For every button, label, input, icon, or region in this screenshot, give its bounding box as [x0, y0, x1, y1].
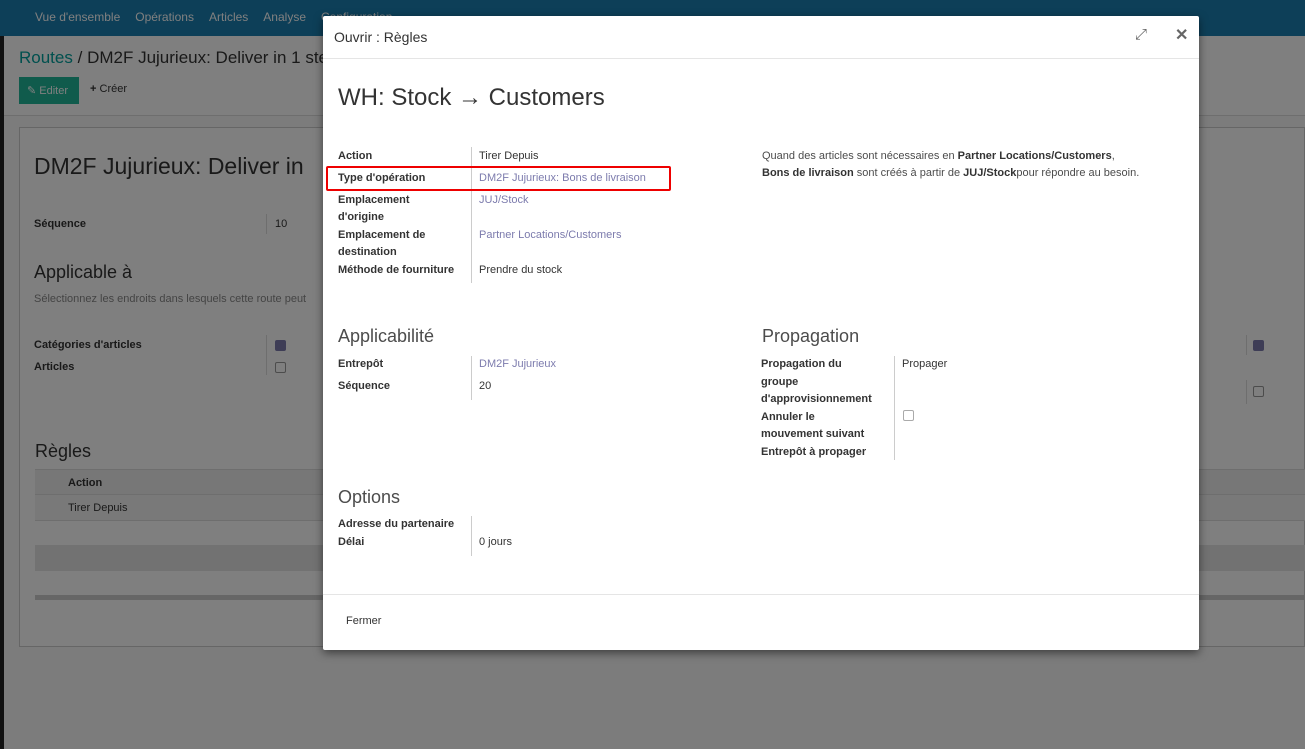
- rule-name: WH: Stock → Customers: [338, 84, 605, 111]
- action-label: Action: [338, 150, 373, 162]
- applicability-title: Applicabilité: [338, 326, 435, 346]
- options-title: Options: [338, 487, 401, 507]
- group-propagation-value[interactable]: Propager: [902, 356, 947, 373]
- rule-help-text: Quand des articles sont nécessaires en P…: [762, 148, 1172, 182]
- group-propagation-label-2: groupe: [761, 376, 799, 388]
- close-button[interactable]: Fermer: [335, 608, 392, 634]
- help-bold-source: JUJ/Stock: [963, 167, 1017, 179]
- group-propagation-label-1: Propagation du: [761, 358, 842, 370]
- field-separator: [894, 356, 895, 460]
- sequence-label: Séquence: [338, 380, 390, 392]
- help-text-2: ,: [1111, 150, 1115, 162]
- delay-value: 0 jours: [479, 536, 513, 548]
- cancel-next-checkbox[interactable]: [903, 410, 914, 421]
- warehouse-link[interactable]: DM2F Jujurieux: [479, 356, 556, 373]
- dest-location-label-1: Emplacement de: [338, 229, 426, 241]
- dest-location-link[interactable]: Partner Locations/Customers: [479, 227, 621, 244]
- sequence-value: 20: [479, 380, 492, 392]
- supply-method-label: Méthode de fourniture: [338, 264, 455, 276]
- propagate-warehouse-label: Entrepôt à propager: [761, 446, 867, 458]
- dialog-footer: Fermer: [323, 594, 1199, 650]
- supply-method-value: Prendre du stock: [479, 264, 563, 276]
- dialog-title: Ouvrir : Règles: [334, 29, 428, 45]
- field-separator: [471, 516, 472, 556]
- dialog-header: Ouvrir : Règles ⤢ ✕: [323, 16, 1199, 59]
- cancel-next-label-2: mouvement suivant: [761, 428, 865, 440]
- cancel-next-label-1: Annuler le: [761, 411, 815, 423]
- help-text-1: Quand des articles sont nécessaires en: [762, 150, 958, 162]
- source-location-link[interactable]: JUJ/Stock: [479, 192, 529, 209]
- group-propagation-label-3: d'approvisionnement: [761, 393, 872, 405]
- source-location-label-2: d'origine: [338, 211, 385, 223]
- help-bold-optype: Bons de livraison: [762, 167, 854, 179]
- help-text-4: pour répondre au besoin.: [1016, 167, 1140, 179]
- rule-dialog: Ouvrir : Règles ⤢ ✕ WH: Stock → Customer…: [323, 16, 1199, 650]
- dest-location-label-2: destination: [338, 246, 397, 258]
- source-location-label-1: Emplacement: [338, 194, 410, 206]
- field-separator: [471, 356, 472, 400]
- partner-address-label: Adresse du partenaire: [338, 518, 455, 530]
- propagation-title: Propagation: [762, 326, 860, 346]
- highlight-box: [326, 166, 671, 191]
- delay-label: Délai: [338, 536, 365, 548]
- help-bold-dest: Partner Locations/Customers: [957, 150, 1112, 162]
- warehouse-label: Entrepôt: [338, 358, 384, 370]
- action-value: Tirer Depuis: [479, 150, 539, 162]
- expand-icon[interactable]: ⤢: [1135, 26, 1147, 43]
- close-icon[interactable]: ✕: [1175, 25, 1188, 45]
- help-text-3: sont créés à partir de: [853, 167, 964, 179]
